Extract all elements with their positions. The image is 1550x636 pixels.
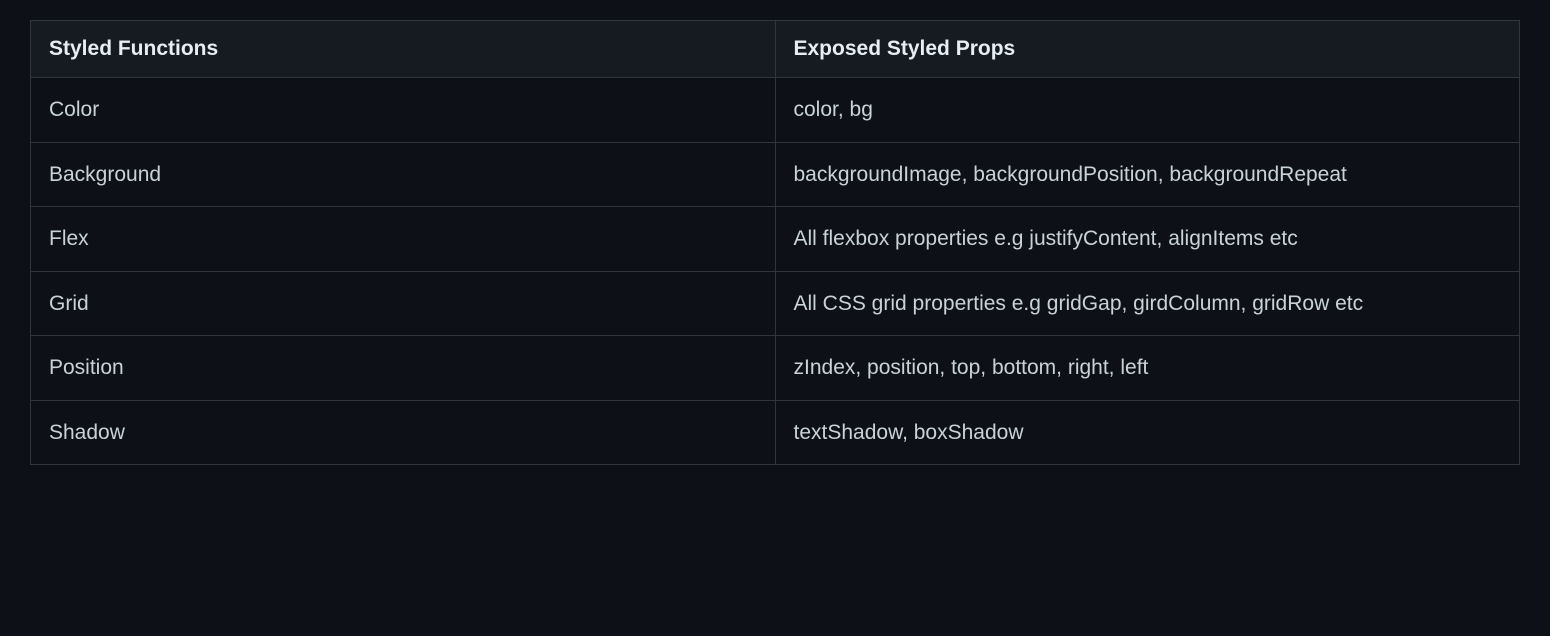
table-row: Grid All CSS grid properties e.g gridGap… (31, 271, 1520, 336)
cell-function: Shadow (31, 400, 776, 465)
cell-props: All CSS grid properties e.g gridGap, gir… (775, 271, 1520, 336)
table-row: Flex All flexbox properties e.g justifyC… (31, 207, 1520, 272)
cell-props: textShadow, boxShadow (775, 400, 1520, 465)
table-header-row: Styled Functions Exposed Styled Props (31, 21, 1520, 78)
cell-function: Position (31, 336, 776, 401)
cell-props: zIndex, position, top, bottom, right, le… (775, 336, 1520, 401)
cell-function: Flex (31, 207, 776, 272)
cell-function: Color (31, 78, 776, 143)
cell-props: color, bg (775, 78, 1520, 143)
cell-function: Background (31, 142, 776, 207)
header-exposed-props: Exposed Styled Props (775, 21, 1520, 78)
cell-props: backgroundImage, backgroundPosition, bac… (775, 142, 1520, 207)
table-row: Position zIndex, position, top, bottom, … (31, 336, 1520, 401)
cell-function: Grid (31, 271, 776, 336)
cell-props: All flexbox properties e.g justifyConten… (775, 207, 1520, 272)
table-row: Background backgroundImage, backgroundPo… (31, 142, 1520, 207)
styled-functions-table: Styled Functions Exposed Styled Props Co… (30, 20, 1520, 465)
header-styled-functions: Styled Functions (31, 21, 776, 78)
table-row: Color color, bg (31, 78, 1520, 143)
table-row: Shadow textShadow, boxShadow (31, 400, 1520, 465)
